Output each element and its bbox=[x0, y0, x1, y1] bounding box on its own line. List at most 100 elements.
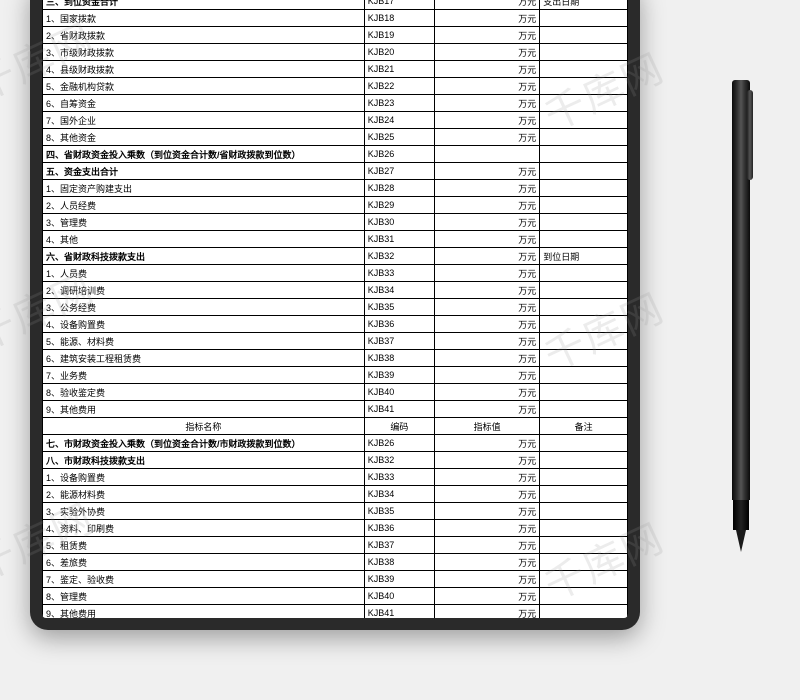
cell-code: KJB28 bbox=[364, 180, 434, 197]
cell-value: 万元 bbox=[434, 10, 539, 27]
table-row: 3、实验外协费KJB35万元 bbox=[43, 503, 628, 520]
cell-code: KJB32 bbox=[364, 248, 434, 265]
cell-value: 万元 bbox=[434, 265, 539, 282]
table-row: 6、差旅费KJB38万元 bbox=[43, 554, 628, 571]
cell-code: KJB37 bbox=[364, 537, 434, 554]
table-row: 2、调研培训费KJB34万元 bbox=[43, 282, 628, 299]
table-row: 1、人员费KJB33万元 bbox=[43, 265, 628, 282]
pen-decoration bbox=[732, 80, 750, 560]
cell-value: 万元 bbox=[434, 231, 539, 248]
cell-value: 万元 bbox=[434, 299, 539, 316]
cell-name: 4、资料、印刷费 bbox=[43, 520, 365, 537]
table-row: 4、设备购置费KJB36万元 bbox=[43, 316, 628, 333]
header-note: 备注 bbox=[540, 418, 628, 435]
cell-value: 万元 bbox=[434, 0, 539, 10]
cell-name: 9、其他费用 bbox=[43, 605, 365, 619]
cell-note bbox=[540, 333, 628, 350]
cell-name: 7、鉴定、验收费 bbox=[43, 571, 365, 588]
cell-note bbox=[540, 469, 628, 486]
cell-note bbox=[540, 350, 628, 367]
cell-value: 万元 bbox=[434, 486, 539, 503]
table-row: 8、其他资金KJB25万元 bbox=[43, 129, 628, 146]
cell-value: 万元 bbox=[434, 333, 539, 350]
cell-note bbox=[540, 316, 628, 333]
table-row: 7、鉴定、验收费KJB39万元 bbox=[43, 571, 628, 588]
cell-name: 5、租赁费 bbox=[43, 537, 365, 554]
data-table: 三、到位资金合计KJB17万元支出日期1、国家拨款KJB18万元2、省财政拨款K… bbox=[42, 0, 628, 618]
cell-name: 1、固定资产购建支出 bbox=[43, 180, 365, 197]
cell-value: 万元 bbox=[434, 248, 539, 265]
table-row: 指标名称编码指标值备注 bbox=[43, 418, 628, 435]
cell-code: KJB41 bbox=[364, 605, 434, 619]
cell-name: 五、资金支出合计 bbox=[43, 163, 365, 180]
cell-code: KJB25 bbox=[364, 129, 434, 146]
cell-code: KJB33 bbox=[364, 469, 434, 486]
table-row: 5、金融机构贷款KJB22万元 bbox=[43, 78, 628, 95]
cell-value: 万元 bbox=[434, 78, 539, 95]
cell-value: 万元 bbox=[434, 214, 539, 231]
cell-code: KJB38 bbox=[364, 554, 434, 571]
table-row: 2、能源材料费KJB34万元 bbox=[43, 486, 628, 503]
table-row: 七、市财政资金投入乘数（到位资金合计数/市财政拨款到位数）KJB26万元 bbox=[43, 435, 628, 452]
cell-note bbox=[540, 163, 628, 180]
cell-code: KJB40 bbox=[364, 384, 434, 401]
table-row: 9、其他费用KJB41万元 bbox=[43, 605, 628, 619]
cell-value: 万元 bbox=[434, 112, 539, 129]
cell-note bbox=[540, 367, 628, 384]
cell-code: KJB40 bbox=[364, 588, 434, 605]
table-row: 4、资料、印刷费KJB36万元 bbox=[43, 520, 628, 537]
cell-name: 四、省财政资金投入乘数（到位资金合计数/省财政拨款到位数） bbox=[43, 146, 365, 163]
cell-code: KJB21 bbox=[364, 61, 434, 78]
cell-note bbox=[540, 95, 628, 112]
table-row: 5、能源、材料费KJB37万元 bbox=[43, 333, 628, 350]
table-row: 6、自筹资金KJB23万元 bbox=[43, 95, 628, 112]
cell-value: 万元 bbox=[434, 537, 539, 554]
cell-note bbox=[540, 214, 628, 231]
cell-value: 万元 bbox=[434, 520, 539, 537]
table-row: 3、管理费KJB30万元 bbox=[43, 214, 628, 231]
cell-code: KJB20 bbox=[364, 44, 434, 61]
table-row: 五、资金支出合计KJB27万元 bbox=[43, 163, 628, 180]
table-row: 5、租赁费KJB37万元 bbox=[43, 537, 628, 554]
cell-name: 三、到位资金合计 bbox=[43, 0, 365, 10]
cell-name: 1、人员费 bbox=[43, 265, 365, 282]
table-row: 8、验收鉴定费KJB40万元 bbox=[43, 384, 628, 401]
cell-code: KJB30 bbox=[364, 214, 434, 231]
table-row: 八、市财政科技拨款支出KJB32万元 bbox=[43, 452, 628, 469]
cell-name: 8、其他资金 bbox=[43, 129, 365, 146]
cell-code: KJB19 bbox=[364, 27, 434, 44]
cell-name: 8、验收鉴定费 bbox=[43, 384, 365, 401]
cell-code: KJB17 bbox=[364, 0, 434, 10]
table-row: 六、省财政科技拨款支出KJB32万元到位日期 bbox=[43, 248, 628, 265]
table-row: 6、建筑安装工程租赁费KJB38万元 bbox=[43, 350, 628, 367]
cell-value: 万元 bbox=[434, 282, 539, 299]
table-row: 2、人员经费KJB29万元 bbox=[43, 197, 628, 214]
cell-name: 3、实验外协费 bbox=[43, 503, 365, 520]
cell-code: KJB35 bbox=[364, 299, 434, 316]
cell-name: 六、省财政科技拨款支出 bbox=[43, 248, 365, 265]
cell-name: 4、设备购置费 bbox=[43, 316, 365, 333]
cell-value: 万元 bbox=[434, 95, 539, 112]
screen: 三、到位资金合计KJB17万元支出日期1、国家拨款KJB18万元2、省财政拨款K… bbox=[42, 0, 628, 618]
cell-value bbox=[434, 146, 539, 163]
cell-value: 万元 bbox=[434, 452, 539, 469]
cell-name: 5、金融机构贷款 bbox=[43, 78, 365, 95]
cell-name: 7、国外企业 bbox=[43, 112, 365, 129]
cell-code: KJB36 bbox=[364, 316, 434, 333]
cell-value: 万元 bbox=[434, 180, 539, 197]
cell-note bbox=[540, 435, 628, 452]
cell-note bbox=[540, 78, 628, 95]
cell-name: 3、市级财政拨款 bbox=[43, 44, 365, 61]
cell-name: 2、调研培训费 bbox=[43, 282, 365, 299]
cell-note bbox=[540, 537, 628, 554]
cell-note bbox=[540, 146, 628, 163]
cell-code: KJB41 bbox=[364, 401, 434, 418]
cell-note bbox=[540, 401, 628, 418]
cell-note bbox=[540, 554, 628, 571]
cell-code: KJB18 bbox=[364, 10, 434, 27]
cell-note bbox=[540, 197, 628, 214]
table-row: 8、管理费KJB40万元 bbox=[43, 588, 628, 605]
cell-note bbox=[540, 299, 628, 316]
cell-value: 万元 bbox=[434, 571, 539, 588]
table-row: 7、国外企业KJB24万元 bbox=[43, 112, 628, 129]
